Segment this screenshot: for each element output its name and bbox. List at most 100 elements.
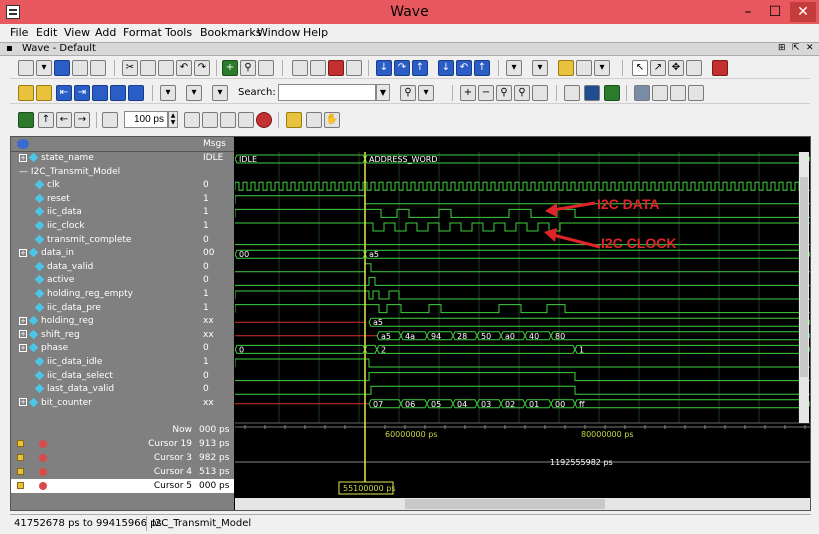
- signal-row[interactable]: reset: [11, 193, 199, 207]
- search-options-icon[interactable]: ▾: [418, 85, 434, 101]
- signal-row[interactable]: iic_clock: [11, 220, 199, 234]
- zoom-mode-icon[interactable]: ↗: [650, 60, 666, 76]
- expand-icon[interactable]: +: [19, 248, 27, 257]
- panel-undock-icon[interactable]: ⇱: [792, 43, 800, 53]
- step-return-icon[interactable]: ↑: [474, 60, 490, 76]
- menu-bookmarks[interactable]: Bookmarks: [200, 26, 261, 39]
- delete-cursor-icon[interactable]: [39, 454, 47, 462]
- run-icon[interactable]: [184, 112, 200, 128]
- signal-row[interactable]: last_data_valid: [11, 383, 199, 397]
- minimize-button[interactable]: –: [735, 2, 761, 22]
- menu-window[interactable]: Window: [257, 26, 300, 39]
- forward-icon[interactable]: →: [74, 112, 90, 128]
- memory-icon[interactable]: [306, 112, 322, 128]
- prev-edge-icon[interactable]: ⇤: [56, 85, 72, 101]
- close-button[interactable]: ✕: [790, 2, 816, 22]
- menu-file[interactable]: File: [10, 26, 28, 39]
- expand-icon[interactable]: +: [19, 398, 27, 407]
- wave-display-1-icon[interactable]: [564, 85, 580, 101]
- wave-format-2-icon[interactable]: [652, 85, 668, 101]
- find-transition-icon[interactable]: ▾: [212, 85, 228, 101]
- find-icon[interactable]: ⚲: [240, 60, 256, 76]
- expand-icon[interactable]: +: [19, 316, 27, 325]
- zoom-out-icon[interactable]: −: [478, 85, 494, 101]
- restart-icon[interactable]: [18, 112, 34, 128]
- compile-icon[interactable]: [292, 60, 308, 76]
- expand-icon[interactable]: +: [19, 330, 27, 339]
- zoom-cursor-icon[interactable]: ⚲: [514, 85, 530, 101]
- bookmark-add-icon[interactable]: [576, 60, 592, 76]
- cursor-row[interactable]: Now 000 ps: [11, 423, 234, 437]
- print-icon[interactable]: [72, 60, 88, 76]
- search-icon[interactable]: ⚲: [400, 85, 416, 101]
- search-dropdown-icon[interactable]: ▼: [376, 84, 390, 101]
- menu-edit[interactable]: Edit: [36, 26, 57, 39]
- lock-icon[interactable]: [17, 440, 24, 447]
- fall-edge-icon[interactable]: [110, 85, 126, 101]
- cursor-row[interactable]: Cursor 5 000 ps: [11, 479, 234, 493]
- search-input[interactable]: [278, 84, 376, 101]
- waveform-area[interactable]: IDLE ADDRESS_WORD00 a5a5a5 4a 94 28 50 a0 40 800 2…: [235, 137, 810, 510]
- any-edge-icon[interactable]: [128, 85, 144, 101]
- signal-row[interactable]: — I2C_Transmit_Model: [11, 166, 199, 180]
- signal-row[interactable]: + state_name: [11, 152, 199, 166]
- cut-icon[interactable]: ✂: [122, 60, 138, 76]
- replace-icon[interactable]: [258, 60, 274, 76]
- find-prev-icon[interactable]: ▾: [160, 85, 176, 101]
- zoom-region-icon[interactable]: [532, 85, 548, 101]
- signal-row[interactable]: + data_in: [11, 247, 199, 261]
- step-icon[interactable]: ↓: [376, 60, 392, 76]
- expand-icon[interactable]: +: [19, 343, 27, 352]
- signal-row[interactable]: data_valid: [11, 261, 199, 275]
- wave-display-3-icon[interactable]: [604, 85, 620, 101]
- layout-2-icon[interactable]: ▾: [532, 60, 548, 76]
- wave-delete-icon[interactable]: [36, 85, 52, 101]
- stop-sim-icon[interactable]: [256, 112, 272, 128]
- signal-row[interactable]: iic_data_select: [11, 370, 199, 384]
- delete-cursor-icon[interactable]: [39, 440, 47, 448]
- menu-format[interactable]: Format: [123, 26, 162, 39]
- stop-icon[interactable]: [712, 60, 728, 76]
- delete-cursor-icon[interactable]: [39, 482, 47, 490]
- compile-all-icon[interactable]: [310, 60, 326, 76]
- stop-compile-icon[interactable]: [328, 60, 344, 76]
- run-length-spinner[interactable]: ▲ ▼: [168, 111, 178, 128]
- bookmark-icon[interactable]: [558, 60, 574, 76]
- wave-insert-icon[interactable]: [18, 85, 34, 101]
- signal-row[interactable]: + shift_reg: [11, 329, 199, 343]
- continue-icon[interactable]: [202, 112, 218, 128]
- break-icon[interactable]: [238, 112, 254, 128]
- menu-view[interactable]: View: [64, 26, 90, 39]
- wave-format-3-icon[interactable]: [670, 85, 686, 101]
- select-mode-icon[interactable]: ↖: [632, 60, 648, 76]
- next-edge-icon[interactable]: ⇥: [74, 85, 90, 101]
- run-all-icon[interactable]: [220, 112, 236, 128]
- open-icon[interactable]: ▾: [36, 60, 52, 76]
- run-length-icon[interactable]: [102, 112, 118, 128]
- lock-icon[interactable]: [17, 454, 24, 461]
- undo-icon[interactable]: ↶: [176, 60, 192, 76]
- rise-edge-icon[interactable]: [92, 85, 108, 101]
- expand-icon[interactable]: +: [19, 153, 27, 162]
- signal-row[interactable]: iic_data_pre: [11, 302, 199, 316]
- paste-icon[interactable]: [158, 60, 174, 76]
- step-back-icon[interactable]: ↶: [456, 60, 472, 76]
- menu-add[interactable]: Add: [95, 26, 116, 39]
- signal-row[interactable]: holding_reg_empty: [11, 288, 199, 302]
- menu-help[interactable]: Help: [303, 26, 328, 39]
- signal-row[interactable]: + bit_counter: [11, 397, 199, 411]
- save-icon[interactable]: [54, 60, 70, 76]
- signal-row[interactable]: + phase: [11, 342, 199, 356]
- run-length-input[interactable]: [124, 111, 168, 128]
- step-out-icon[interactable]: ↑: [412, 60, 428, 76]
- layout-icon[interactable]: ▾: [506, 60, 522, 76]
- redo-icon[interactable]: ↷: [194, 60, 210, 76]
- hand-icon[interactable]: ✋: [324, 112, 340, 128]
- lock-icon[interactable]: [17, 482, 24, 489]
- print-preview-icon[interactable]: [90, 60, 106, 76]
- cursor-row[interactable]: Cursor 19 913 ps: [11, 437, 234, 451]
- copy-icon[interactable]: [140, 60, 156, 76]
- pan-mode-icon[interactable]: ✥: [668, 60, 684, 76]
- panel-close-icon[interactable]: ✕: [806, 43, 814, 53]
- panel-float-icon[interactable]: ⊞: [778, 43, 786, 53]
